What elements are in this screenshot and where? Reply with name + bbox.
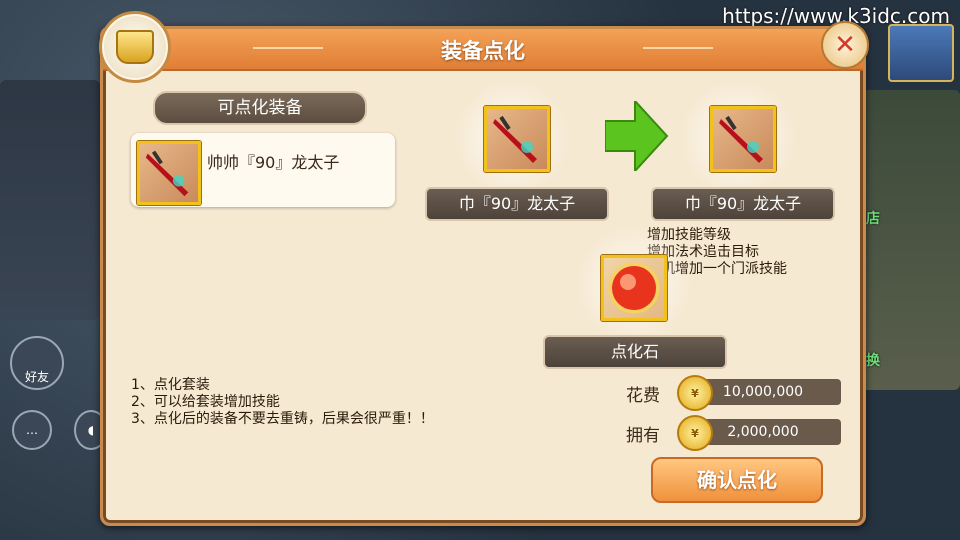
friends-label: 好友 <box>24 369 49 384</box>
chat-icon[interactable]: … <box>12 410 52 450</box>
note-line: 2、可以给套装增加技能 <box>131 394 280 410</box>
own-label: 拥有 <box>626 426 660 446</box>
close-button[interactable]: ✕ <box>821 21 869 69</box>
equipment-list-item[interactable]: 帅帅『90』龙太子 <box>131 133 395 207</box>
coin-icon: ¥ <box>677 375 713 411</box>
treasure-cup-icon <box>99 11 171 83</box>
hero-avatar[interactable] <box>888 24 954 82</box>
note-line: 3、点化后的装备不要去重铸，后果会很严重！！ <box>131 411 434 427</box>
source-sword-icon[interactable] <box>484 106 550 172</box>
equipment-name: 帅帅『90』龙太子 <box>207 153 340 172</box>
coin-icon: ¥ <box>677 415 713 451</box>
list-header: 可点化装备 <box>153 91 367 125</box>
stone-label: 点化石 <box>543 335 727 369</box>
result-item-label: 巾『90』龙太子 <box>651 187 835 221</box>
close-icon: ✕ <box>834 30 856 60</box>
red-sword-icon <box>137 141 201 205</box>
background-scenery <box>860 90 960 390</box>
dialog-title: 装备点化 <box>441 39 525 63</box>
source-item-label: 巾『90』龙太子 <box>425 187 609 221</box>
notes-list: 1、点化套装 2、可以给套装增加技能 3、点化后的装备不要去重铸，后果会很严重！… <box>131 377 434 428</box>
cost-label: 花费 <box>626 386 660 406</box>
side-tag-exchange: 换 <box>866 353 880 369</box>
note-line: 1、点化套装 <box>131 377 210 393</box>
equipment-enchant-dialog: 装备点化 ✕ 可点化装备 帅帅『90』龙太子 巾『90』龙太子 巾『90』龙太子… <box>99 11 869 526</box>
title-bar: 装备点化 <box>103 29 863 71</box>
arrow-right-icon <box>605 101 669 171</box>
side-tag-shop: 店 <box>866 211 880 227</box>
result-sword-icon[interactable] <box>710 106 776 172</box>
enchant-stone-icon[interactable] <box>601 255 667 321</box>
confirm-enchant-button[interactable]: 确认点化 <box>651 457 823 503</box>
friends-button[interactable]: 好友 <box>10 336 64 390</box>
background-scenery-left <box>0 80 100 320</box>
